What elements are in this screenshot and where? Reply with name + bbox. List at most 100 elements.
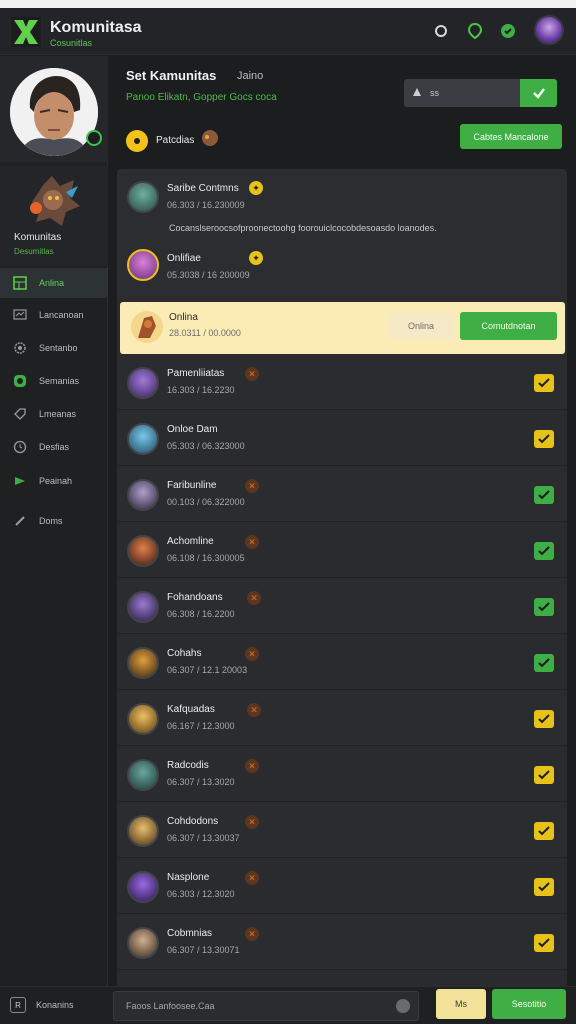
sidebar-item-desfias[interactable]: Desfias [0, 432, 108, 462]
check-icon [538, 490, 550, 500]
checkbox[interactable] [534, 822, 554, 840]
profile-card[interactable] [0, 56, 108, 162]
search-placeholder: ss [430, 88, 439, 98]
primary-button[interactable]: Sesotitio [492, 989, 566, 1019]
sidebar-item-lancanoan[interactable]: Lancanoan [0, 300, 108, 330]
member-row[interactable]: Kafquadas ✕ 06.167 / 12.3000 [117, 693, 567, 746]
close-icon[interactable]: ✕ [245, 367, 259, 381]
member-name: Cohdodons [167, 816, 219, 827]
close-icon[interactable]: ✕ [245, 479, 259, 493]
avatar [127, 647, 159, 679]
chat-icon[interactable] [499, 22, 517, 40]
member-time: 06.307 / 13.3020 [167, 777, 235, 787]
check-icon [538, 658, 550, 668]
description-text: Cocanslseroocsofproonectoohg foorouiclco… [169, 223, 437, 233]
creature-icon [200, 128, 220, 153]
avatar [127, 249, 159, 281]
close-icon[interactable]: ✕ [245, 759, 259, 773]
community-name: Komunitas [14, 232, 62, 243]
sidebar-item-label: Desfias [39, 442, 70, 452]
page-subtitle: Panoo Elikatn, Gopper Gocs coca [126, 92, 277, 103]
member-name: Achomline [167, 536, 214, 547]
manage-button[interactable]: Cabtes Mancalone [460, 124, 562, 149]
close-icon[interactable]: ✕ [245, 535, 259, 549]
members-panel: Saribe Contmns ✦ 06.303 / 16.230009 Coca… [117, 169, 567, 987]
member-time: 06.307 / 13.30037 [167, 833, 240, 843]
user-avatar[interactable] [534, 15, 564, 45]
secondary-button[interactable]: Ms [436, 989, 486, 1019]
checkbox[interactable] [534, 486, 554, 504]
sidebar-item-lmeanas[interactable]: Lmeanas [0, 399, 108, 429]
gear-icon [12, 340, 28, 356]
footer-left[interactable]: R Konanins [10, 997, 74, 1013]
avatar [127, 759, 159, 791]
checkbox[interactable] [534, 542, 554, 560]
sidebar-item-label: Anlina [39, 278, 65, 288]
avatar [127, 367, 159, 399]
member-row[interactable]: Nasplone ✕ 06.303 / 12.3020 [117, 861, 567, 914]
sidebar-item-label: Semanias [39, 376, 80, 386]
member-row[interactable]: Fohandoans ✕ 06.308 / 16.2200 [117, 581, 567, 634]
member-time: 06.307 / 13.30071 [167, 945, 240, 955]
page-tag: Jaino [237, 70, 264, 82]
checkbox[interactable] [534, 598, 554, 616]
member-time: 05.303 / 06.323000 [167, 441, 245, 451]
search-input[interactable]: ss [404, 79, 520, 107]
pinned-time: 06.303 / 16.230009 [167, 200, 245, 210]
sidebar-item-label: Doms [39, 516, 63, 526]
member-row[interactable]: Cohahs ✕ 06.307 / 12.1 20003 [117, 637, 567, 690]
message-input[interactable]: Faoos Lanfoosee.Caa [113, 991, 419, 1021]
app-name: Komunitasa [50, 19, 142, 36]
online-status-button[interactable]: Onlina [388, 313, 454, 339]
checkbox[interactable] [534, 766, 554, 784]
close-icon[interactable]: ✕ [247, 703, 261, 717]
star-icon: ✦ [249, 251, 263, 265]
member-time: 06.307 / 12.1 20003 [167, 665, 248, 675]
member-time: 06.108 / 16.300005 [167, 553, 245, 563]
connect-button[interactable]: Comutdnotan [460, 312, 557, 340]
member-name: Onlina [169, 312, 198, 323]
search-submit-button[interactable] [520, 79, 557, 107]
sidebar-item-doms[interactable]: Doms [0, 506, 108, 536]
close-icon[interactable]: ✕ [245, 871, 259, 885]
avatar [127, 181, 159, 213]
community-art [22, 172, 84, 230]
close-icon[interactable]: ✕ [245, 647, 259, 661]
checkbox[interactable] [534, 654, 554, 672]
checkbox[interactable] [534, 878, 554, 896]
avatar [127, 423, 159, 455]
footer-bar: R Konanins Faoos Lanfoosee.Caa Ms Sesoti… [0, 986, 576, 1024]
community-card[interactable]: Komunitas Desumitlas [0, 166, 108, 266]
sidebar-item-anlina[interactable]: Anlina [0, 268, 108, 298]
send-icon[interactable] [396, 999, 410, 1013]
sidebar-item-peainah[interactable]: Peainah [0, 466, 108, 496]
close-icon[interactable]: ✕ [247, 591, 261, 605]
member-row[interactable]: Achomline ✕ 06.108 / 16.300005 [117, 525, 567, 578]
sidebar-item-sentanbo[interactable]: Sentanbo [0, 333, 108, 363]
close-icon[interactable]: ✕ [245, 927, 259, 941]
checkbox[interactable] [534, 710, 554, 728]
check-icon [538, 770, 550, 780]
member-name: Kafquadas [167, 704, 215, 715]
member-row[interactable]: Cobmnias ✕ 06.307 / 13.30071 [117, 917, 567, 970]
member-row[interactable]: Radcodis ✕ 06.307 / 13.3020 [117, 749, 567, 802]
member-time: 06.303 / 12.3020 [167, 889, 235, 899]
community-subtitle: Desumitlas [14, 247, 54, 256]
pencil-icon [12, 513, 28, 529]
member-name: Radcodis [167, 760, 209, 771]
checkbox[interactable] [534, 430, 554, 448]
pinned-name: Onlifiae [167, 253, 201, 264]
checkbox[interactable] [534, 934, 554, 952]
member-row[interactable]: Faribunline ✕ 00.103 / 06.322000 [117, 469, 567, 522]
member-row[interactable]: Cohdodons ✕ 06.307 / 13.30037 [117, 805, 567, 858]
location-icon[interactable] [466, 22, 484, 40]
sidebar-item-semanias[interactable]: Semanias [0, 366, 108, 396]
highlighted-member-row[interactable]: Onlina 28.0311 / 00.0000 Onlina Comutdno… [120, 302, 565, 354]
app-logo[interactable] [11, 17, 41, 47]
member-row[interactable]: Pamenliiatas ✕ 16.303 / 16.2230 [117, 357, 567, 410]
close-icon[interactable]: ✕ [245, 815, 259, 829]
circle-icon[interactable] [432, 22, 450, 40]
member-row[interactable]: Onloe Dam 05.303 / 06.323000 [117, 413, 567, 466]
filter-row[interactable]: Patcdias [126, 128, 220, 153]
checkbox[interactable] [534, 374, 554, 392]
